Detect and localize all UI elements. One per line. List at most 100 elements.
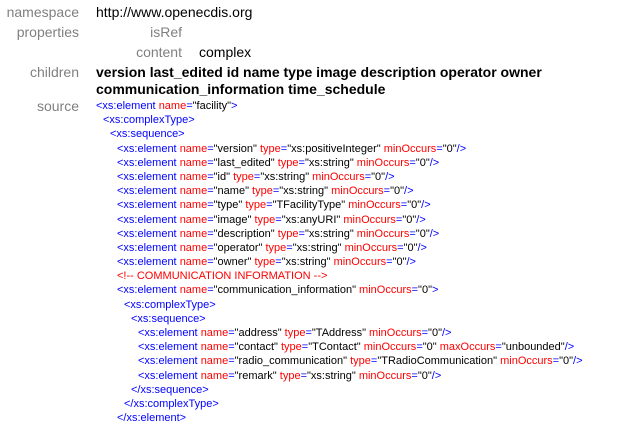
xml-tag-close: /> [421,199,431,212]
xml-attr-value: "xs:anyURI" [281,213,341,226]
xml-attr-name: type [265,241,287,254]
xml-attr-value: "TRadioCommunication" [377,355,498,368]
xml-comment: <!-- COMMUNICATION INFORMATION --> [117,270,328,283]
xml-attr-name: type [245,199,267,212]
xml-attr-name: minOccurs [383,142,437,155]
source-line: <xs:element name="description" type="xs:… [117,227,440,240]
xml-attr-value: "0" [407,199,422,212]
xml-attr-name: type [254,213,276,226]
xml-attr-name: name [179,142,208,155]
xml-attr-value: "owner" [213,256,252,269]
xml-attr-name: minOccurs [358,369,412,382]
xml-tag: <xs:complexType> [124,298,216,311]
xml-attr-name: name [179,170,208,183]
xml-tag-close: /> [385,170,395,183]
source-line: <xs:element name="radio_communication" t… [138,355,583,368]
xml-attr-value: "0" [418,284,432,297]
isref-label: isRef [150,24,182,40]
xml-attr-name: minOccurs [359,284,412,297]
xml-tag-close: /> [573,355,583,368]
xml-attr-name: minOccurs [369,327,422,339]
xml-attr-value: "name" [213,185,249,198]
xml-tag-close: > [431,284,439,297]
xml-attr-name: type [350,355,371,368]
xml-attr-value: "0" [415,156,430,169]
xml-attr-value: "0" [428,327,442,339]
xml-tag-close: /> [441,327,452,339]
xml-tag: <xs:element [138,369,198,382]
source-line: <xs:sequence> [96,127,632,141]
xml-attr-value: "unbounded" [501,341,565,354]
xml-tag: <xs:element [138,327,198,339]
xml-tag: <xs:element [117,199,177,212]
xml-attr-value: "last_edited" [213,156,275,169]
xml-attr-value: "radio_communication" [234,355,348,368]
xml-tag: <xs:element [117,227,177,240]
xml-attr-name: minOccurs [363,341,417,354]
xml-attr-value: "id" [213,170,231,183]
xml-tag: <xs:element [138,355,198,368]
xml-tag: <xs:element [117,241,177,254]
xml-tag: </xs:element> [117,412,187,425]
xml-attr-value: "image" [213,213,252,226]
xml-attr-name: type [284,327,306,339]
xml-attr-name: name [158,100,187,112]
xml-tag: <xs:sequence> [110,128,185,141]
xml-attr-value: "xs:string" [279,185,329,198]
xml-attr-name: type [254,256,276,269]
xml-attr-name: type [281,341,302,354]
xml-attr-name: type [277,156,299,169]
xml-attr-name: type [260,142,281,155]
xml-attr-name: minOccurs [331,185,384,198]
xml-tag: <xs:element [117,284,177,297]
xml-tag-close: /> [404,185,414,198]
properties-label: properties [16,24,79,40]
xml-attr-name: type [252,185,273,198]
xml-attr-name: minOccurs [356,227,410,240]
xml-attr-name: minOccurs [344,241,398,254]
xml-attr-value: "0" [392,256,407,269]
xml-attr-name: name [179,284,208,297]
source-line: <xs:element name="name" type="xs:string"… [117,185,414,198]
source-label: source [36,98,79,114]
xml-attr-value: "xs:string" [304,227,354,240]
source-line: <xs:element name="type" type="TFacilityT… [117,199,431,212]
xml-attr-name: type [233,170,254,183]
xml-tag: </xs:sequence> [131,383,209,396]
xml-attr-name: type [277,227,299,240]
xml-tag: <xs:element [138,341,198,354]
source-line: <xs:sequence> [96,312,632,326]
source-line: <xs:element name="operator" type="xs:str… [117,241,427,254]
xml-attr-name: name [200,369,229,382]
xml-attr-value: "TContact" [308,341,361,354]
xml-tag-close: /> [406,256,416,269]
source-code-block: <xs:element name="facility"> <xs:complexT… [96,99,632,425]
xml-attr-value: "0" [402,213,417,226]
source-line: <xs:complexType> [96,298,632,312]
source-line: <xs:complexType> [96,113,632,127]
xml-attr-value: "0" [417,369,432,382]
xml-tag: <xs:element [117,142,177,155]
xml-attr-value: "0" [422,341,437,354]
xml-attr-name: name [179,213,208,226]
xml-attr-name: name [179,227,208,240]
xml-tag: <xs:element [117,156,177,169]
xml-attr-name: minOccurs [348,199,401,212]
xml-attr-value: "version" [213,142,257,155]
xml-tag: <xs:element [117,185,177,198]
xml-attr-value: "xs:string" [260,170,310,183]
xml-attr-value: "address" [234,327,282,339]
children-line-1: version last_edited id name type image d… [96,64,542,80]
xml-attr-name: type [279,369,301,382]
namespace-label: namespace [6,4,79,20]
xml-tag-close: /> [429,156,440,169]
xml-tag-close: /> [564,341,575,354]
source-line: <xs:element name="owner" type="xs:string… [117,256,416,269]
xml-attr-name: minOccurs [312,170,365,183]
xml-attr-value: "xs:string" [281,256,331,269]
source-line: <xs:element name="version" type="xs:posi… [117,142,467,155]
xml-attr-value: "type" [213,199,243,212]
xml-attr-name: minOccurs [500,355,553,368]
source-line: <xs:element name="remark" type="xs:strin… [138,369,442,382]
source-line: <xs:element name="id" type="xs:string" m… [117,170,395,183]
